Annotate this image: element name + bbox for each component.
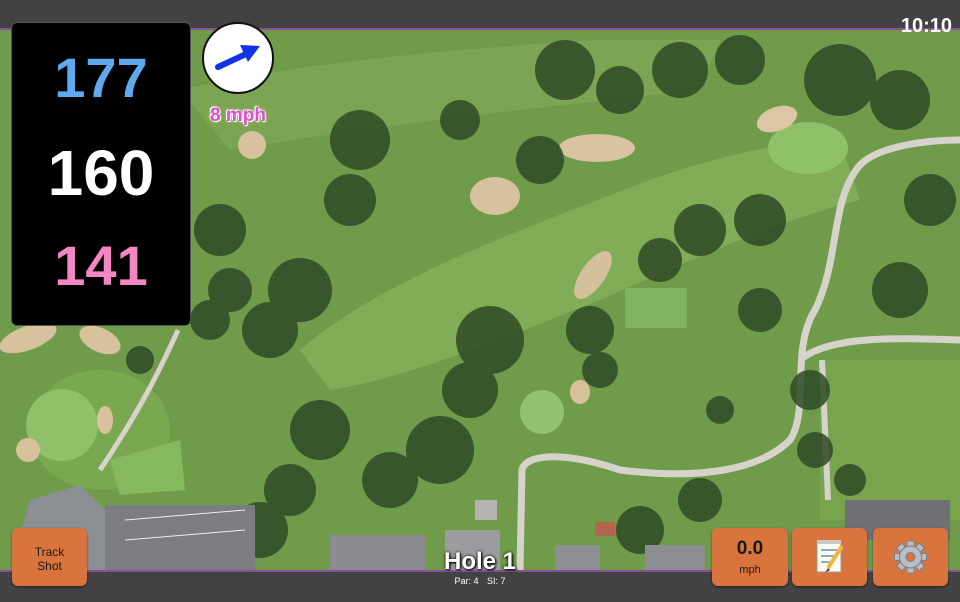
hole-info: Par: 4 SI: 7	[400, 576, 560, 586]
wind-indicator	[202, 22, 274, 94]
wind-speed-value: 0.0	[736, 538, 764, 559]
wind-speed-label: 8 mph	[210, 105, 266, 126]
notes-button[interactable]	[792, 528, 867, 586]
back-distance: 177	[54, 46, 148, 109]
track-shot-label-line2: Shot	[37, 559, 62, 573]
hole-par: Par: 4	[454, 576, 479, 586]
status-clock: 10:10	[900, 15, 952, 37]
wind-speed-button[interactable]: 0.0 mph	[712, 528, 788, 586]
distance-panel: 177 160 141	[11, 22, 191, 326]
notepad-icon	[816, 540, 844, 573]
wind-arrow-icon	[215, 45, 260, 70]
front-distance: 141	[54, 234, 148, 297]
track-shot-button[interactable]: Track Shot	[12, 528, 87, 586]
hole-title: Hole 1	[443, 548, 517, 575]
wind-speed-unit: mph	[739, 564, 761, 576]
settings-button[interactable]	[873, 528, 948, 586]
hole-stroke-index: SI: 7	[487, 576, 506, 586]
gear-icon	[894, 540, 927, 574]
track-shot-label-line1: Track	[34, 545, 65, 559]
middle-distance: 160	[47, 137, 155, 209]
